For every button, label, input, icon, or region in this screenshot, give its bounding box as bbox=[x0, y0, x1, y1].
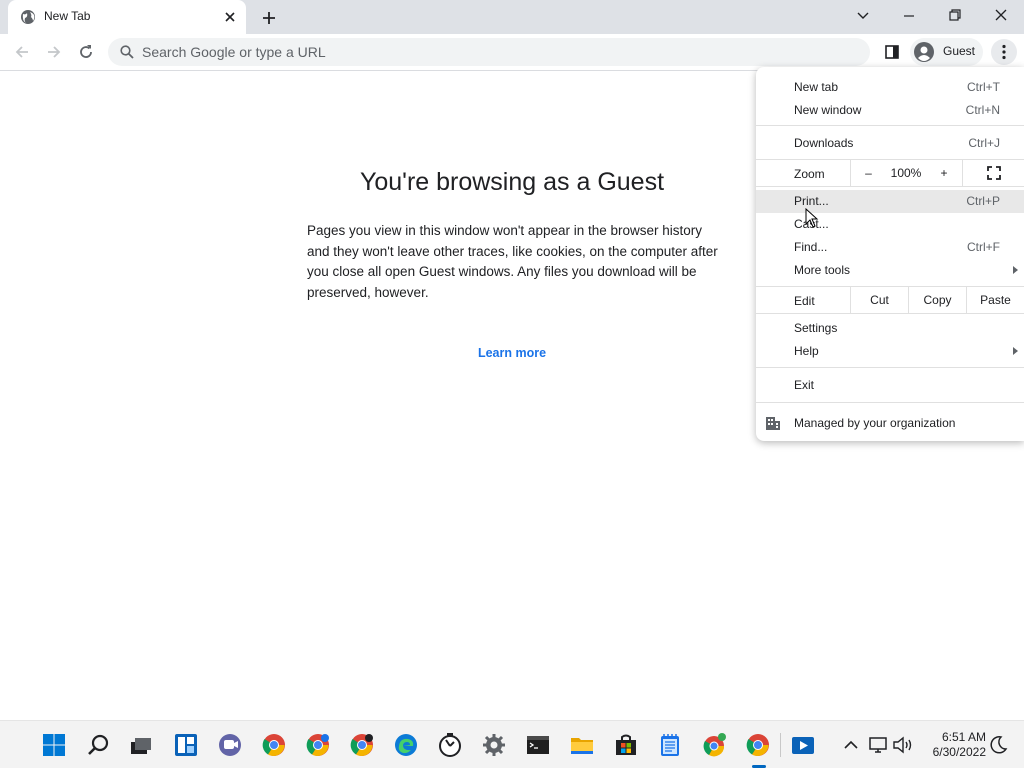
fullscreen-icon bbox=[986, 166, 1001, 180]
mouse-cursor-icon bbox=[805, 208, 819, 228]
guest-avatar-icon bbox=[914, 42, 934, 62]
close-window-icon[interactable] bbox=[990, 6, 1012, 26]
omnibox[interactable] bbox=[108, 38, 870, 66]
menu-item-new-window[interactable]: New window Ctrl+N bbox=[756, 99, 1024, 122]
menu-item-print[interactable]: Print... Ctrl+P bbox=[756, 190, 1024, 213]
menu-shortcut: Ctrl+P bbox=[966, 194, 1000, 208]
edit-row: Edit Cut Copy Paste bbox=[756, 287, 1024, 313]
menu-label: Help bbox=[794, 344, 819, 358]
tab-strip: New Tab bbox=[0, 0, 1024, 34]
menu-shortcut: Ctrl+N bbox=[965, 103, 1000, 117]
zoom-level: 100% bbox=[890, 166, 922, 180]
chrome-icon[interactable] bbox=[746, 733, 770, 757]
media-player-icon[interactable] bbox=[791, 733, 815, 757]
menu-divider bbox=[756, 402, 1024, 403]
menu-label: Exit bbox=[794, 378, 815, 392]
menu-label: More tools bbox=[794, 263, 851, 277]
clock-date: 6/30/2022 bbox=[932, 745, 986, 759]
omnibox-input[interactable] bbox=[142, 42, 842, 62]
menu-divider bbox=[756, 186, 1024, 187]
zoom-row: Zoom – 100% + bbox=[756, 160, 1024, 186]
file-explorer-icon[interactable] bbox=[570, 733, 594, 757]
profile-label: Guest bbox=[943, 44, 976, 58]
paste-button[interactable]: Paste bbox=[966, 287, 1024, 313]
notepad-icon[interactable] bbox=[658, 733, 682, 757]
menu-divider bbox=[756, 367, 1024, 368]
chrome-profile-icon[interactable] bbox=[702, 733, 726, 757]
menu-label: Settings bbox=[794, 321, 838, 335]
tab-new-tab[interactable]: New Tab bbox=[8, 0, 246, 34]
menu-item-downloads[interactable]: Downloads Ctrl+J bbox=[756, 132, 1024, 155]
menu-label: Managed by your organization bbox=[794, 416, 956, 430]
side-panel-icon[interactable] bbox=[883, 43, 901, 61]
settings-gear-icon[interactable] bbox=[482, 733, 506, 757]
terminal-icon[interactable] bbox=[526, 733, 550, 757]
restore-icon[interactable] bbox=[944, 6, 966, 26]
menu-item-exit[interactable]: Exit bbox=[756, 374, 1024, 397]
copy-button[interactable]: Copy bbox=[908, 287, 966, 313]
clock-time: 6:51 AM bbox=[941, 730, 986, 744]
fullscreen-button[interactable] bbox=[962, 160, 1024, 186]
menu-divider bbox=[756, 125, 1024, 126]
system-clock[interactable]: 6:51 AM 6/30/2022 bbox=[920, 730, 986, 760]
guest-description: Pages you view in this window won't appe… bbox=[307, 223, 718, 300]
network-icon[interactable] bbox=[867, 733, 891, 757]
building-icon bbox=[766, 417, 780, 430]
tab-title: New Tab bbox=[44, 9, 91, 23]
menu-label: Downloads bbox=[794, 136, 854, 150]
menu-item-more-tools[interactable]: More tools bbox=[756, 259, 1024, 282]
teams-chat-icon[interactable] bbox=[218, 733, 242, 757]
menu-label: Find... bbox=[794, 240, 828, 254]
edge-icon[interactable] bbox=[394, 733, 418, 757]
menu-shortcut: Ctrl+F bbox=[967, 240, 1000, 254]
new-tab-plus-icon[interactable] bbox=[258, 7, 280, 29]
submenu-arrow-icon bbox=[1013, 347, 1018, 355]
search-icon[interactable] bbox=[87, 733, 111, 757]
close-tab-icon[interactable] bbox=[222, 9, 238, 25]
task-view-icon[interactable] bbox=[129, 733, 153, 757]
chrome-icon[interactable] bbox=[262, 733, 286, 757]
globe-icon bbox=[21, 10, 35, 24]
menu-item-new-tab[interactable]: New tab Ctrl+T bbox=[756, 76, 1024, 99]
zoom-label: Zoom bbox=[794, 167, 825, 181]
clock-app-icon[interactable] bbox=[438, 733, 462, 757]
menu-label: Print... bbox=[794, 194, 829, 208]
zoom-in-button[interactable]: + bbox=[926, 160, 962, 186]
app-menu: New tab Ctrl+T New window Ctrl+N Downloa… bbox=[756, 67, 1024, 441]
taskbar-divider bbox=[780, 733, 781, 757]
cut-button[interactable]: Cut bbox=[850, 287, 908, 313]
search-icon bbox=[120, 45, 134, 59]
menu-item-help[interactable]: Help bbox=[756, 340, 1024, 363]
profile-button[interactable]: Guest bbox=[910, 38, 983, 66]
chrome-profile-icon[interactable] bbox=[306, 733, 330, 757]
menu-shortcut: Ctrl+J bbox=[968, 136, 1000, 150]
menu-item-find[interactable]: Find... Ctrl+F bbox=[756, 236, 1024, 259]
edit-label: Edit bbox=[794, 294, 815, 308]
focus-moon-icon[interactable] bbox=[986, 733, 1010, 757]
browser-toolbar: Guest bbox=[0, 34, 1024, 71]
minimize-icon[interactable] bbox=[898, 6, 920, 26]
forward-arrow-icon[interactable] bbox=[45, 43, 63, 61]
chevron-up-icon[interactable] bbox=[839, 733, 863, 757]
volume-icon[interactable] bbox=[891, 733, 915, 757]
menu-item-settings[interactable]: Settings bbox=[756, 317, 1024, 340]
menu-item-managed[interactable]: Managed by your organization bbox=[756, 412, 1024, 435]
taskbar: 6:51 AM 6/30/2022 bbox=[0, 720, 1024, 768]
menu-item-cast[interactable]: Cast... bbox=[756, 213, 1024, 236]
reload-icon[interactable] bbox=[77, 43, 95, 61]
windows-start-icon[interactable] bbox=[42, 733, 66, 757]
menu-shortcut: Ctrl+T bbox=[967, 80, 1000, 94]
chrome-profile-icon[interactable] bbox=[350, 733, 374, 757]
back-arrow-icon[interactable] bbox=[13, 43, 31, 61]
zoom-out-button[interactable]: – bbox=[850, 160, 886, 186]
menu-divider bbox=[756, 313, 1024, 314]
menu-label: New tab bbox=[794, 80, 839, 94]
three-dots-vertical-icon bbox=[1002, 44, 1006, 60]
tab-search-chevron-icon[interactable] bbox=[852, 6, 874, 26]
submenu-arrow-icon bbox=[1013, 266, 1018, 274]
customize-menu-button[interactable] bbox=[991, 39, 1017, 65]
widgets-icon[interactable] bbox=[174, 733, 198, 757]
menu-label: New window bbox=[794, 103, 862, 117]
microsoft-store-icon[interactable] bbox=[614, 733, 638, 757]
